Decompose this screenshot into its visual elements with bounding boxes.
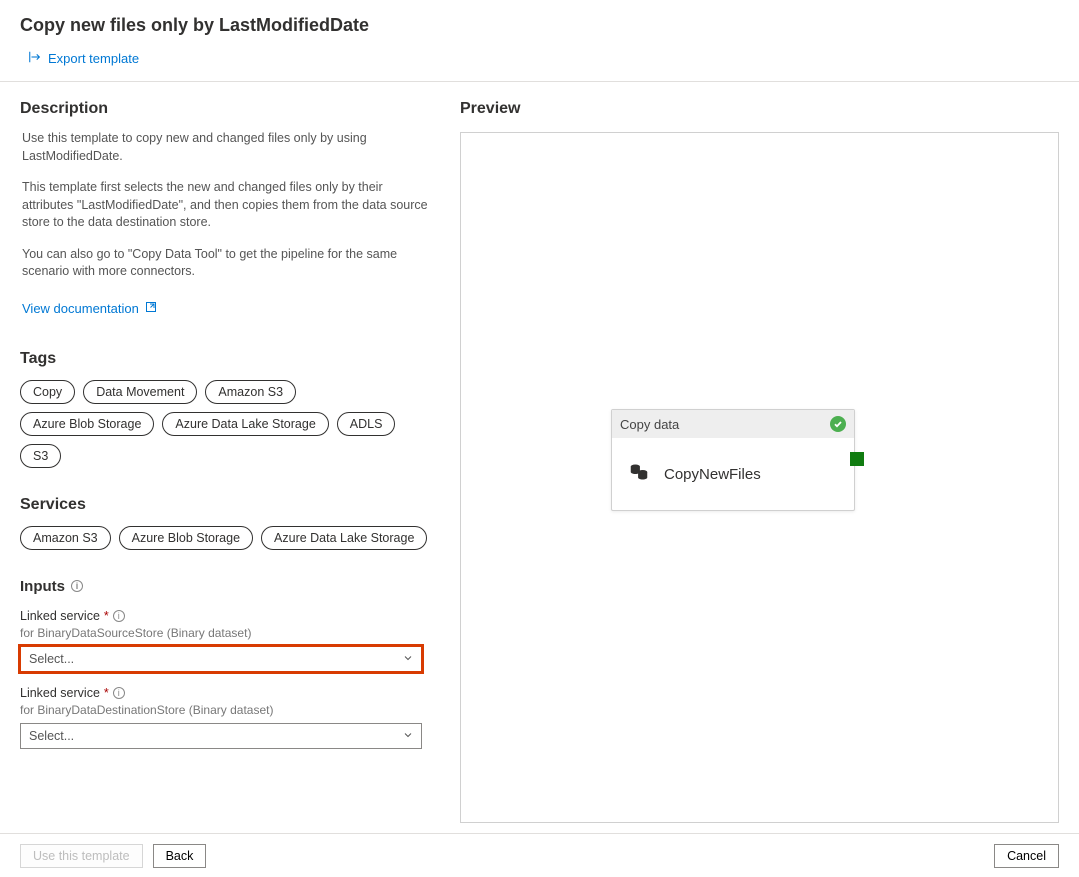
services-heading: Services bbox=[20, 496, 430, 514]
activity-output-handle[interactable] bbox=[850, 452, 864, 466]
linked-service-label: Linked service bbox=[20, 609, 100, 623]
database-icon bbox=[628, 461, 650, 487]
required-indicator: * bbox=[104, 609, 109, 623]
required-indicator: * bbox=[104, 686, 109, 700]
cancel-button[interactable]: Cancel bbox=[994, 844, 1059, 868]
linked-service-label: Linked service bbox=[20, 686, 100, 700]
info-icon[interactable]: i bbox=[71, 580, 83, 592]
activity-name: CopyNewFiles bbox=[664, 466, 761, 483]
page-title: Copy new files only by LastModifiedDate bbox=[0, 0, 1079, 46]
info-icon[interactable]: i bbox=[113, 687, 125, 699]
tag-pill[interactable]: Copy bbox=[20, 380, 75, 404]
export-template-label: Export template bbox=[48, 51, 139, 66]
service-pill[interactable]: Amazon S3 bbox=[20, 526, 111, 550]
inputs-heading: Inputs bbox=[20, 578, 65, 595]
service-pill[interactable]: Azure Data Lake Storage bbox=[261, 526, 427, 550]
activity-type-label: Copy data bbox=[620, 417, 679, 432]
preview-canvas[interactable]: Copy data bbox=[460, 132, 1059, 823]
tag-pill[interactable]: Azure Blob Storage bbox=[20, 412, 154, 436]
description-p2: This template first selects the new and … bbox=[22, 179, 430, 232]
tag-pill[interactable]: Amazon S3 bbox=[205, 380, 296, 404]
tags-heading: Tags bbox=[20, 350, 430, 368]
use-this-template-button: Use this template bbox=[20, 844, 143, 868]
external-link-icon bbox=[145, 301, 157, 316]
tag-pill[interactable]: S3 bbox=[20, 444, 61, 468]
tag-pill[interactable]: Data Movement bbox=[83, 380, 197, 404]
description-p1: Use this template to copy new and change… bbox=[22, 130, 430, 165]
tag-pill[interactable]: Azure Data Lake Storage bbox=[162, 412, 328, 436]
export-icon bbox=[28, 50, 42, 67]
copy-data-activity[interactable]: Copy data bbox=[611, 409, 855, 511]
linked-service-select[interactable]: Select... bbox=[20, 646, 422, 672]
info-icon[interactable]: i bbox=[113, 610, 125, 622]
preview-heading: Preview bbox=[460, 100, 1059, 118]
linked-service-sublabel: for BinaryDataSourceStore (Binary datase… bbox=[20, 626, 430, 640]
view-documentation-label: View documentation bbox=[22, 301, 139, 316]
view-documentation-link[interactable]: View documentation bbox=[22, 301, 157, 316]
export-template-link[interactable]: Export template bbox=[28, 50, 139, 67]
back-button[interactable]: Back bbox=[153, 844, 207, 868]
linked-service-select[interactable]: Select... bbox=[20, 723, 422, 749]
linked-service-sublabel: for BinaryDataDestinationStore (Binary d… bbox=[20, 703, 430, 717]
check-icon bbox=[830, 416, 846, 432]
description-p3: You can also go to "Copy Data Tool" to g… bbox=[22, 246, 430, 281]
select-placeholder: Select... bbox=[29, 652, 74, 666]
description-heading: Description bbox=[20, 100, 430, 118]
service-pill[interactable]: Azure Blob Storage bbox=[119, 526, 253, 550]
tag-pill[interactable]: ADLS bbox=[337, 412, 396, 436]
select-placeholder: Select... bbox=[29, 729, 74, 743]
chevron-down-icon bbox=[403, 652, 413, 666]
chevron-down-icon bbox=[403, 729, 413, 743]
